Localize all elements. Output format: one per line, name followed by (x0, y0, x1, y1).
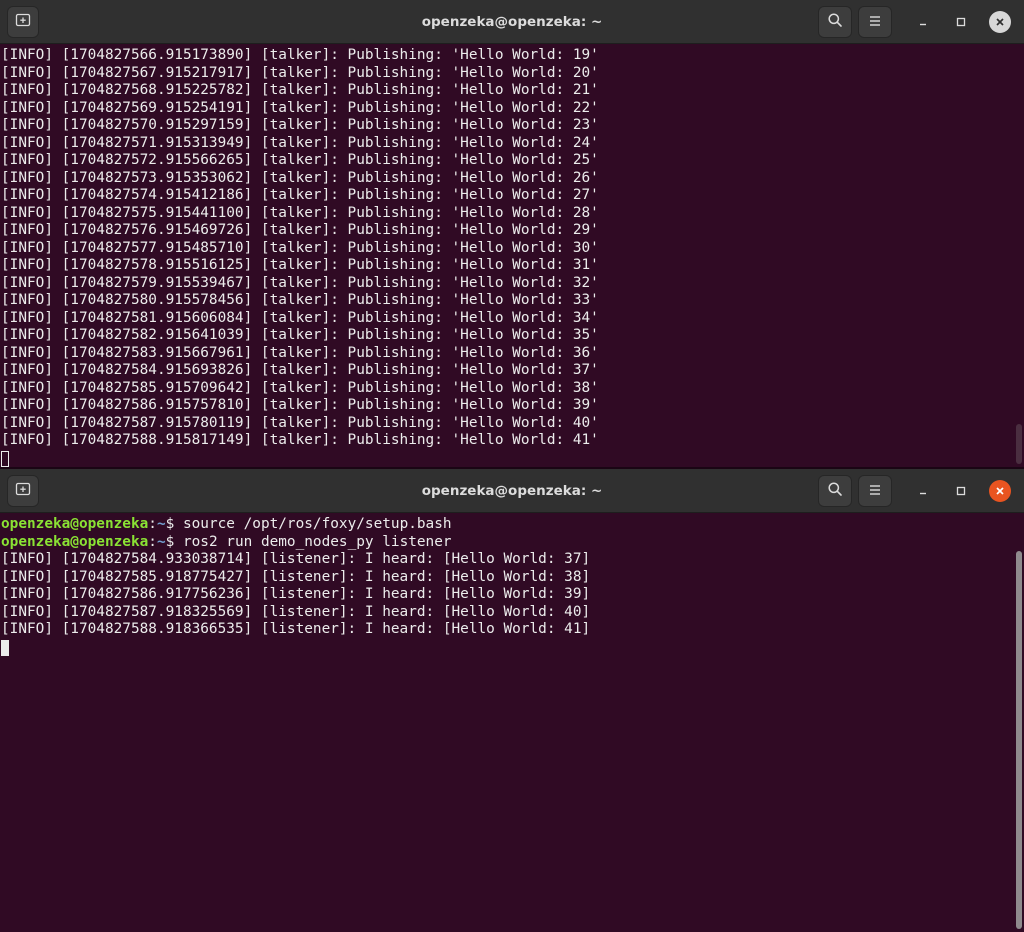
output-line: [INFO] [1704827577.915485710] [talker]: … (1, 239, 599, 256)
output-line: [INFO] [1704827586.917756236] [listener]… (1, 586, 591, 602)
search-button[interactable] (818, 475, 852, 507)
command-text: ros2 run demo_nodes_py listener (182, 533, 452, 550)
cursor-line (1, 639, 1014, 657)
output-line: [INFO] [1704827587.918325569] [listener]… (1, 603, 591, 620)
minimize-button[interactable] (912, 11, 934, 33)
maximize-button[interactable] (950, 480, 972, 502)
new-tab-button[interactable] (7, 6, 39, 38)
title-bar[interactable]: openzeka@openzeka: ~ (0, 0, 1024, 44)
output-line: [INFO] [1704827573.915353062] [talker]: … (1, 169, 599, 186)
output-line: [INFO] [1704827588.918366535] [listener]… (1, 621, 591, 637)
close-button[interactable] (989, 11, 1011, 33)
output-line: [INFO] [1704827569.915254191] [talker]: … (1, 99, 599, 116)
terminal-output[interactable]: [INFO] [1704827566.915173890] [talker]: … (0, 44, 1014, 467)
maximize-button[interactable] (950, 11, 972, 33)
cursor-line (1, 450, 1014, 468)
search-icon (827, 481, 843, 501)
hamburger-menu-icon (868, 482, 882, 501)
output-line: [INFO] [1704827584.933038714] [listener]… (1, 551, 591, 567)
prompt-user: openzeka@openzeka (1, 516, 149, 532)
output-line: [INFO] [1704827571.915313949] [talker]: … (1, 134, 599, 151)
menu-button[interactable] (858, 475, 892, 507)
output-line: [INFO] [1704827566.915173890] [talker]: … (1, 47, 599, 63)
new-tab-button[interactable] (7, 475, 39, 507)
command-text: source /opt/ros/foxy/setup.bash (182, 516, 452, 532)
output-line: [INFO] [1704827568.915225782] [talker]: … (1, 82, 599, 98)
prompt-symbol: $ (165, 516, 183, 532)
terminal-output[interactable]: openzeka@openzeka:~$ source /opt/ros/fox… (0, 513, 1014, 932)
output-line: [INFO] [1704827581.915606084] [talker]: … (1, 309, 599, 326)
output-line: [INFO] [1704827567.915217917] [talker]: … (1, 64, 599, 81)
text-cursor (1, 450, 9, 467)
prompt-separator: : (148, 533, 157, 550)
output-line: [INFO] [1704827585.915709642] [talker]: … (1, 379, 599, 396)
output-line: [INFO] [1704827579.915539467] [talker]: … (1, 274, 599, 291)
prompt-symbol: $ (165, 533, 183, 550)
prompt-user: openzeka@openzeka (1, 533, 149, 550)
terminal-window-listener[interactable]: openzeka@openzeka: ~ openzeka@openzeka:~… (0, 469, 1024, 932)
output-line: [INFO] [1704827572.915566265] [talker]: … (1, 152, 599, 168)
maximize-icon (955, 13, 967, 32)
close-icon (994, 13, 1006, 32)
output-line: [INFO] [1704827574.915412186] [talker]: … (1, 187, 599, 203)
close-icon (994, 482, 1006, 501)
output-line: [INFO] [1704827580.915578456] [talker]: … (1, 292, 599, 308)
output-line: [INFO] [1704827570.915297159] [talker]: … (1, 117, 599, 133)
output-line: [INFO] [1704827578.915516125] [talker]: … (1, 257, 599, 273)
menu-button[interactable] (858, 6, 892, 38)
output-line: [INFO] [1704827585.918775427] [listener]… (1, 568, 591, 585)
prompt-line: openzeka@openzeka:~$ source /opt/ros/fox… (1, 516, 1014, 534)
minimize-icon (917, 13, 929, 32)
search-button[interactable] (818, 6, 852, 38)
prompt-line: openzeka@openzeka:~$ ros2 run demo_nodes… (1, 534, 1014, 552)
prompt-separator: : (148, 516, 157, 532)
output-line: [INFO] [1704827575.915441100] [talker]: … (1, 204, 599, 221)
output-line: [INFO] [1704827583.915667961] [talker]: … (1, 344, 599, 361)
minimize-button[interactable] (912, 480, 934, 502)
prompt-path: ~ (156, 516, 166, 532)
output-line: [INFO] [1704827576.915469726] [talker]: … (1, 222, 599, 238)
prompt-path: ~ (156, 533, 166, 550)
output-line: [INFO] [1704827582.915641039] [talker]: … (1, 327, 599, 343)
new-tab-icon (15, 12, 31, 32)
new-tab-icon (15, 481, 31, 501)
output-line: [INFO] [1704827588.915817149] [talker]: … (1, 432, 599, 448)
output-line: [INFO] [1704827586.915757810] [talker]: … (1, 397, 599, 413)
maximize-icon (955, 482, 967, 501)
hamburger-menu-icon (868, 13, 882, 32)
output-line: [INFO] [1704827587.915780119] [talker]: … (1, 414, 599, 431)
scrollbar[interactable] (1016, 551, 1022, 929)
search-icon (827, 12, 843, 32)
terminal-window-talker[interactable]: openzeka@openzeka: ~ [INFO] [1704827566.… (0, 0, 1024, 467)
text-cursor (1, 639, 9, 656)
scrollbar[interactable] (1016, 424, 1022, 464)
title-bar[interactable]: openzeka@openzeka: ~ (0, 469, 1024, 513)
close-button[interactable] (989, 480, 1011, 502)
output-line: [INFO] [1704827584.915693826] [talker]: … (1, 362, 599, 378)
minimize-icon (917, 482, 929, 501)
